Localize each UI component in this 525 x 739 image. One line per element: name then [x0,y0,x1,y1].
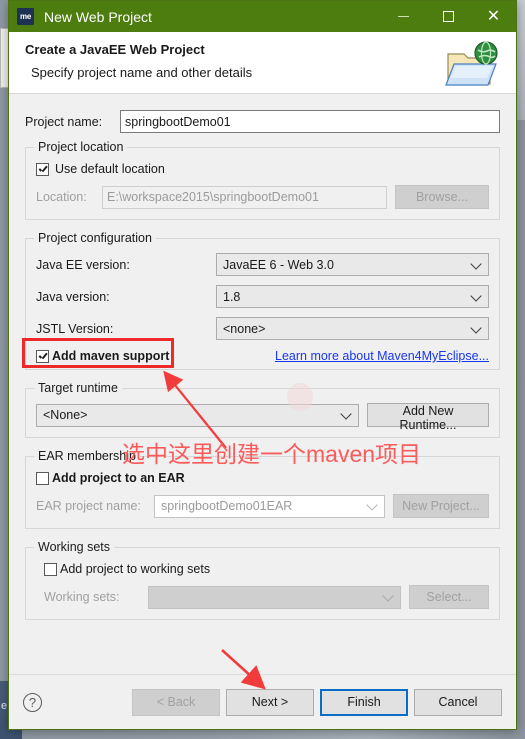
project-name-label: Project name: [25,114,103,129]
working-sets-legend: Working sets [34,540,115,554]
close-icon: ✕ [486,7,501,25]
use-default-location-label: Use default location [55,162,165,176]
ear-project-name-select[interactable]: springbootDemo01EAR [154,494,385,518]
jstl-version-value: <none> [223,321,266,336]
pink-watermark-artifact [287,383,313,411]
page-subtitle: Specify project name and other details [31,65,253,80]
title-bar: me New Web Project ✕ [9,1,516,32]
java-ee-version-value: JavaEE 6 - Web 3.0 [223,257,334,272]
cancel-button[interactable]: Cancel [414,688,502,716]
java-version-row: Java version: 1.8 [36,285,489,308]
chevron-down-icon [382,590,394,602]
target-runtime-group: Target runtime <None> Add New Runtime... [25,381,500,438]
chevron-down-icon [366,499,378,511]
back-button[interactable]: < Back [132,688,220,716]
dialog-body: Project name: Project location Use defau… [9,94,516,674]
ear-project-name-value: springbootDemo01EAR [161,499,293,513]
taskbar-label: e [1,700,8,712]
java-ee-version-row: Java EE version: JavaEE 6 - Web 3.0 [36,253,489,276]
maven-support-row: Add maven support Learn more about Maven… [36,349,489,363]
java-ee-version-label: Java EE version: [36,257,130,272]
dialog-header: Create a JavaEE Web Project Specify proj… [9,32,516,94]
annotation-note: 选中这里创建一个maven项目 [122,441,422,467]
jstl-version-select[interactable]: <none> [216,317,489,340]
working-sets-label: Working sets: [44,590,120,604]
project-name-input[interactable] [120,110,500,133]
use-default-location-row[interactable]: Use default location [36,162,489,176]
new-ear-project-button[interactable]: New Project... [393,494,489,518]
add-maven-support-checkbox[interactable] [36,349,49,363]
add-project-to-working-sets-label: Add project to working sets [60,562,211,576]
target-runtime-value: <None> [43,408,88,422]
new-web-project-dialog: me New Web Project ✕ Create a JavaEE Web… [8,0,517,730]
project-location-legend: Project location [34,140,128,154]
ear-project-name-label: EAR project name: [36,499,141,513]
add-to-ear-row: Add project to an EAR [36,471,489,485]
target-runtime-select[interactable]: <None> [36,403,359,427]
add-project-to-ear-label: Add project to an EAR [52,471,185,485]
select-working-sets-button[interactable]: Select... [409,585,489,609]
add-to-working-sets-row: Add project to working sets [36,562,489,576]
jstl-version-row: JSTL Version: <none> [36,317,489,340]
dialog-footer: ? < Back Next > Finish Cancel [9,674,516,729]
add-project-to-working-sets-checkbox[interactable] [44,562,57,576]
page-title: Create a JavaEE Web Project [25,42,205,57]
location-label: Location: [36,190,87,204]
target-runtime-row: <None> Add New Runtime... [36,403,489,432]
chevron-down-icon [470,321,482,334]
folder-globe-icon [444,38,500,90]
finish-button[interactable]: Finish [320,688,408,716]
use-default-location-checkbox[interactable] [36,162,49,176]
add-new-runtime-button[interactable]: Add New Runtime... [367,403,489,432]
chevron-down-icon [340,408,352,420]
location-row: Location: Browse... [36,185,489,209]
add-maven-support-label: Add maven support [52,349,170,363]
help-icon[interactable]: ? [23,692,42,712]
project-configuration-legend: Project configuration [34,231,156,245]
java-version-select[interactable]: 1.8 [216,285,489,308]
working-sets-select[interactable] [148,585,401,609]
ear-project-name-row: EAR project name: springbootDemo01EAR Ne… [36,494,489,518]
jstl-version-label: JSTL Version: [36,321,114,336]
chevron-down-icon [470,289,482,302]
java-version-label: Java version: [36,289,110,304]
minimize-icon [398,16,409,17]
myeclipse-app-icon: me [17,8,34,25]
footer-buttons: < Back Next > Finish Cancel [132,688,502,716]
target-runtime-legend: Target runtime [34,381,122,395]
close-button[interactable]: ✕ [471,1,516,32]
next-button[interactable]: Next > [226,688,314,716]
browse-button[interactable]: Browse... [395,185,489,209]
working-sets-group: Working sets Add project to working sets… [25,540,500,620]
learn-more-maven-link[interactable]: Learn more about Maven4MyEclipse... [275,349,489,363]
add-project-to-ear-checkbox[interactable] [36,471,49,485]
project-name-row: Project name: [25,110,500,133]
java-ee-version-select[interactable]: JavaEE 6 - Web 3.0 [216,253,489,276]
window-title: New Web Project [44,8,152,25]
maximize-button[interactable] [426,1,471,32]
java-version-value: 1.8 [223,289,241,304]
window-controls: ✕ [381,1,516,32]
project-configuration-group: Project configuration Java EE version: J… [25,231,500,370]
working-sets-row: Working sets: Select... [36,585,489,609]
minimize-button[interactable] [381,1,426,32]
chevron-down-icon [470,257,482,270]
location-input[interactable] [102,185,387,209]
maximize-icon [443,11,454,22]
project-location-group: Project location Use default location Lo… [25,140,500,220]
